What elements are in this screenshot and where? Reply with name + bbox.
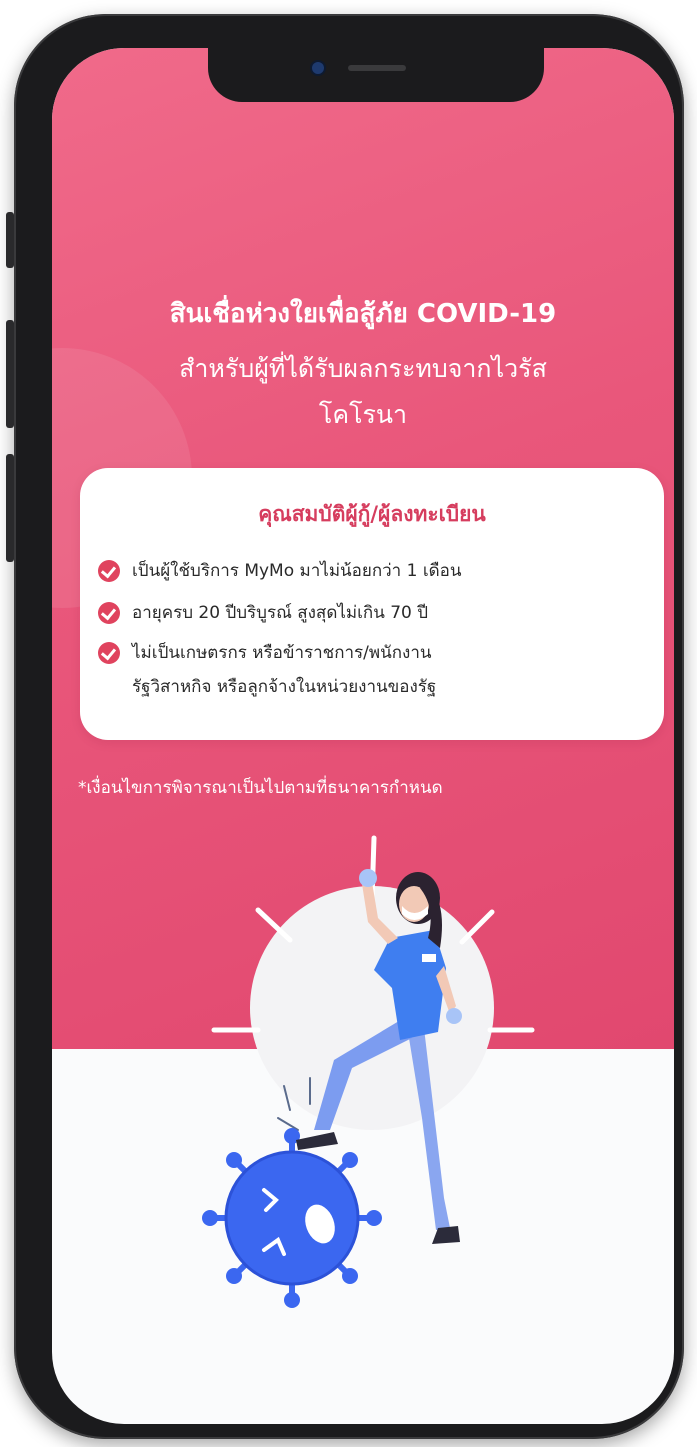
speaker-grille [348, 65, 406, 71]
eligibility-card: คุณสมบัติผู้กู้/ผู้ลงทะเบียน เป็นผู้ใช้บ… [80, 468, 664, 740]
check-circle-icon [98, 560, 120, 582]
eligibility-item-text: ไม่เป็นเกษตรกร หรือข้าราชการ/พนักงาน รัฐ… [132, 636, 652, 704]
camera-icon [312, 62, 324, 74]
phone-notch [208, 48, 544, 102]
page-subtitle: สำหรับผู้ที่ได้รับผลกระทบจากไวรัส โคโรนา [82, 346, 644, 438]
volume-down-button [6, 454, 14, 562]
subtitle-line-2: โคโรนา [318, 400, 408, 429]
volume-up-button [6, 320, 14, 428]
check-circle-icon [98, 602, 120, 624]
virus-icon [202, 1128, 382, 1308]
page-title: สินเชื่อห่วงใยเพื่อสู้ภัย COVID-19 [169, 299, 557, 329]
eligibility-item-line-2: รัฐวิสาหกิจ หรือลูกจ้างในหน่วยงานของรัฐ [132, 677, 437, 697]
phone-screen: สินเชื่อห่วงใยเพื่อสู้ภัย COVID-19 สำหรั… [52, 48, 674, 1424]
mute-switch [6, 212, 14, 268]
phone-frame: สินเชื่อห่วงใยเพื่อสู้ภัย COVID-19 สำหรั… [6, 14, 684, 1439]
eligibility-title: คุณสมบัติผู้กู้/ผู้ลงทะเบียน [258, 502, 486, 526]
check-circle-icon [98, 642, 120, 664]
disclaimer-note: *เงื่อนไขการพิจารณาเป็นไปตามที่ธนาคารกำห… [78, 778, 443, 798]
nurse-stepping-on-virus-illustration [202, 835, 535, 1308]
eligibility-item-text: เป็นผู้ใช้บริการ MyMo มาไม่น้อยกว่า 1 เด… [132, 561, 462, 581]
subtitle-line-1: สำหรับผู้ที่ได้รับผลกระทบจากไวรัส [179, 354, 547, 383]
eligibility-item-line-1: ไม่เป็นเกษตรกร หรือข้าราชการ/พนักงาน [132, 643, 432, 663]
eligibility-item-text: อายุครบ 20 ปีบริบูรณ์ สูงสุดไม่เกิน 70 ป… [132, 603, 429, 623]
